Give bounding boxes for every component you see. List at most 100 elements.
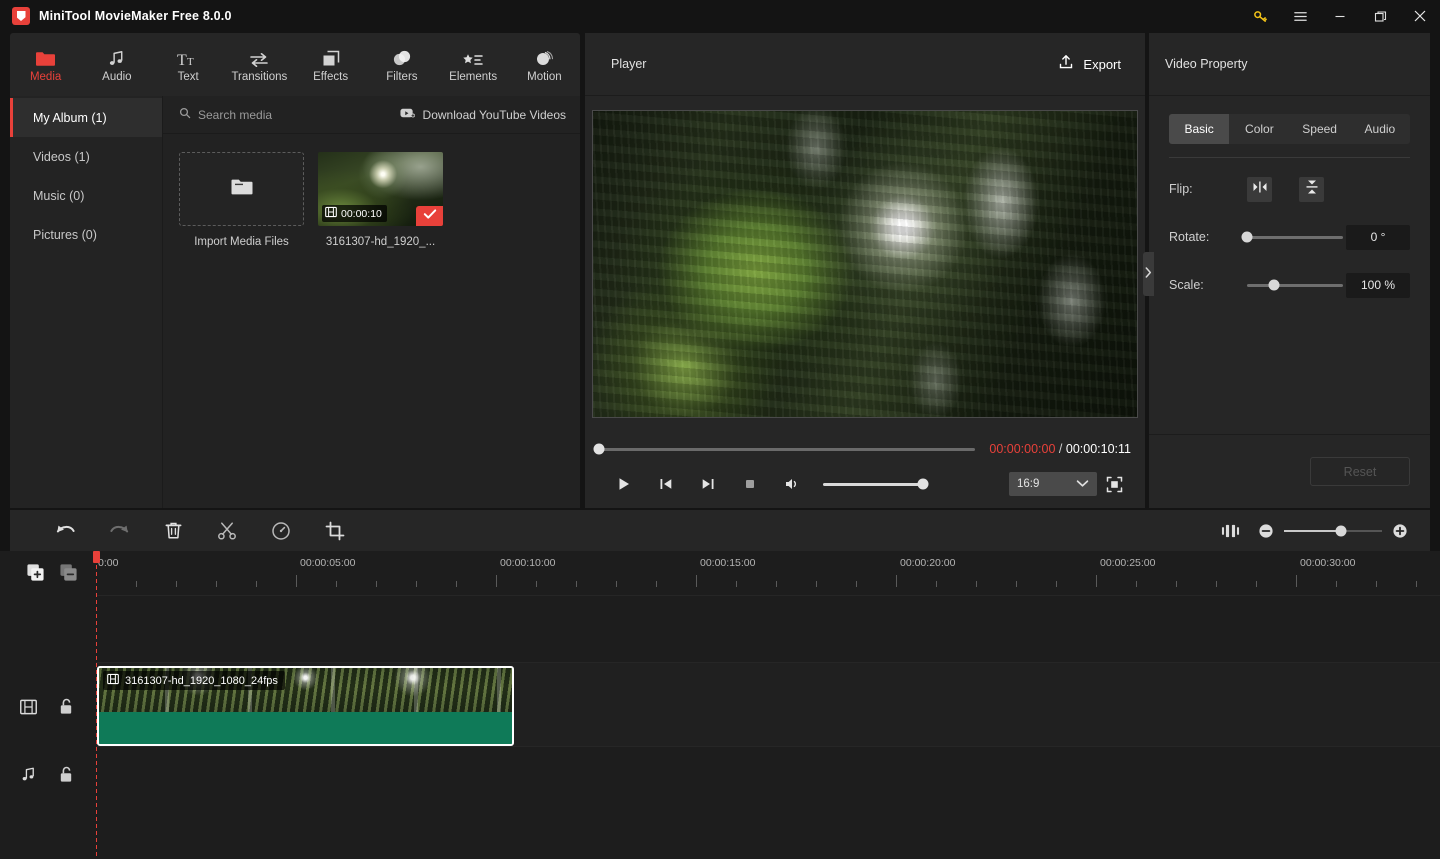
tab-filters[interactable]: Filters <box>366 33 437 96</box>
ruler-minor-tick <box>416 581 417 587</box>
sidebar-item-pictures-label: Pictures (0) <box>33 227 97 242</box>
sidebar-item-pictures[interactable]: Pictures (0) <box>10 215 162 254</box>
volume-slider[interactable] <box>823 478 929 490</box>
flip-vertical-button[interactable] <box>1299 176 1324 202</box>
speed-button[interactable] <box>254 510 308 551</box>
audio-track-row[interactable] <box>0 747 1440 831</box>
tab-transitions-label: Transitions <box>231 71 288 83</box>
reset-button[interactable]: Reset <box>1310 457 1410 486</box>
search-input[interactable]: Search media <box>179 106 272 124</box>
seek-slider[interactable] <box>593 443 976 455</box>
crop-button[interactable] <box>308 510 362 551</box>
delete-button[interactable] <box>146 510 200 551</box>
hamburger-menu-icon[interactable] <box>1280 0 1320 32</box>
ruler-minor-tick <box>936 581 937 587</box>
redo-button[interactable] <box>92 510 146 551</box>
tab-audio-label: Audio <box>102 71 132 83</box>
sidebar-item-my-album[interactable]: My Album (1) <box>10 98 162 137</box>
sidebar-item-music-label: Music (0) <box>33 188 85 203</box>
media-item[interactable]: 00:00:10 3161307-hd_1920_... <box>318 152 443 248</box>
tab-transitions[interactable]: Transitions <box>224 33 295 96</box>
tab-motion[interactable]: Motion <box>509 33 580 96</box>
add-track-icon[interactable] <box>26 563 45 582</box>
tab-color[interactable]: Color <box>1229 114 1289 144</box>
tab-speed-label: Speed <box>1302 122 1337 136</box>
rotate-handle[interactable] <box>1241 231 1253 243</box>
fit-to-timeline-button[interactable] <box>1212 510 1248 551</box>
aspect-ratio-select[interactable]: 16:9 <box>1009 472 1097 496</box>
key-icon[interactable] <box>1240 0 1280 32</box>
volume-button[interactable] <box>771 468 813 500</box>
rotate-value-input[interactable]: 0 ° <box>1346 224 1410 250</box>
player-panel: Player Export 00:00:00:00 / 00:00:10:11 <box>585 33 1145 508</box>
tab-media[interactable]: Media <box>10 33 81 96</box>
media-selected-check[interactable] <box>416 206 443 226</box>
close-icon[interactable] <box>1400 0 1440 32</box>
reset-label: Reset <box>1343 464 1377 479</box>
ruler-time-label: 00:00:20:00 <box>900 557 956 569</box>
tab-speed[interactable]: Speed <box>1290 114 1350 144</box>
rotate-slider[interactable] <box>1241 231 1343 243</box>
import-media-box[interactable] <box>179 152 304 226</box>
tab-effects-label: Effects <box>313 71 349 83</box>
film-strip-icon[interactable] <box>20 699 37 715</box>
ruler-minor-tick <box>1216 581 1217 587</box>
scale-handle[interactable] <box>1268 279 1280 291</box>
seek-handle[interactable] <box>593 443 605 455</box>
play-button[interactable] <box>603 468 645 500</box>
ruler-time-label: 00:00:25:00 <box>1100 557 1156 569</box>
youtube-download-icon <box>400 106 415 124</box>
tab-color-label: Color <box>1245 122 1274 136</box>
next-frame-button[interactable] <box>687 468 729 500</box>
scale-slider[interactable] <box>1247 279 1343 291</box>
media-panel: My Album (1) Videos (1) Music (0) Pictur… <box>10 96 580 508</box>
collapse-property-panel-button[interactable] <box>1143 252 1154 296</box>
ruler-minor-tick <box>816 581 817 587</box>
tab-elements[interactable]: Elements <box>438 33 509 96</box>
music-note-icon <box>107 46 126 68</box>
media-thumbnail[interactable]: 00:00:10 <box>318 152 443 226</box>
export-button[interactable]: Export <box>1052 49 1127 80</box>
timeline-zoom-slider[interactable] <box>1284 525 1382 536</box>
music-note-icon[interactable] <box>20 766 37 783</box>
minimize-icon[interactable] <box>1320 0 1360 32</box>
tab-media-label: Media <box>29 71 62 83</box>
chevron-down-icon <box>1076 475 1089 493</box>
split-button[interactable] <box>200 510 254 551</box>
sidebar-item-videos[interactable]: Videos (1) <box>10 137 162 176</box>
zoom-out-button[interactable] <box>1248 510 1284 551</box>
fullscreen-button[interactable] <box>1097 468 1131 500</box>
ruler-minor-tick <box>736 581 737 587</box>
tab-audio[interactable]: Audio <box>1350 114 1410 144</box>
tab-text[interactable]: TT Text <box>153 33 224 96</box>
timeline-ruler[interactable]: 0:00 00:00:05:00 00:00:10:00 00:00:15:00 00:… <box>96 551 1440 596</box>
film-strip-icon <box>107 672 119 690</box>
flip-horizontal-button[interactable] <box>1247 176 1272 202</box>
download-youtube-button[interactable]: Download YouTube Videos <box>400 106 566 124</box>
tab-basic[interactable]: Basic <box>1169 114 1230 144</box>
unlock-icon[interactable] <box>59 698 73 715</box>
stop-button[interactable] <box>729 468 771 500</box>
tab-motion-label: Motion <box>527 71 562 83</box>
zoom-handle[interactable] <box>1335 525 1347 536</box>
sidebar-item-music[interactable]: Music (0) <box>10 176 162 215</box>
unlock-icon[interactable] <box>59 766 73 783</box>
flip-row: Flip: <box>1169 172 1410 206</box>
track-gutter <box>0 551 96 859</box>
undo-button[interactable] <box>38 510 92 551</box>
previous-frame-button[interactable] <box>645 468 687 500</box>
volume-handle[interactable] <box>917 478 929 490</box>
restore-icon[interactable] <box>1360 0 1400 32</box>
export-label: Export <box>1083 56 1121 72</box>
timeline-clip[interactable]: 3161307-hd_1920_1080_24fps <box>97 666 514 746</box>
scale-value-input[interactable]: 100 % <box>1346 272 1410 298</box>
remove-track-icon[interactable] <box>59 563 78 582</box>
transitions-arrows-icon <box>248 46 270 68</box>
zoom-in-button[interactable] <box>1382 510 1418 551</box>
import-media-tile[interactable]: Import Media Files <box>179 152 304 248</box>
tab-effects[interactable]: Effects <box>295 33 366 96</box>
folder-icon <box>35 46 56 68</box>
rotate-label: Rotate: <box>1169 230 1210 244</box>
zoom-fill <box>1284 529 1341 532</box>
tab-audio[interactable]: Audio <box>81 33 152 96</box>
